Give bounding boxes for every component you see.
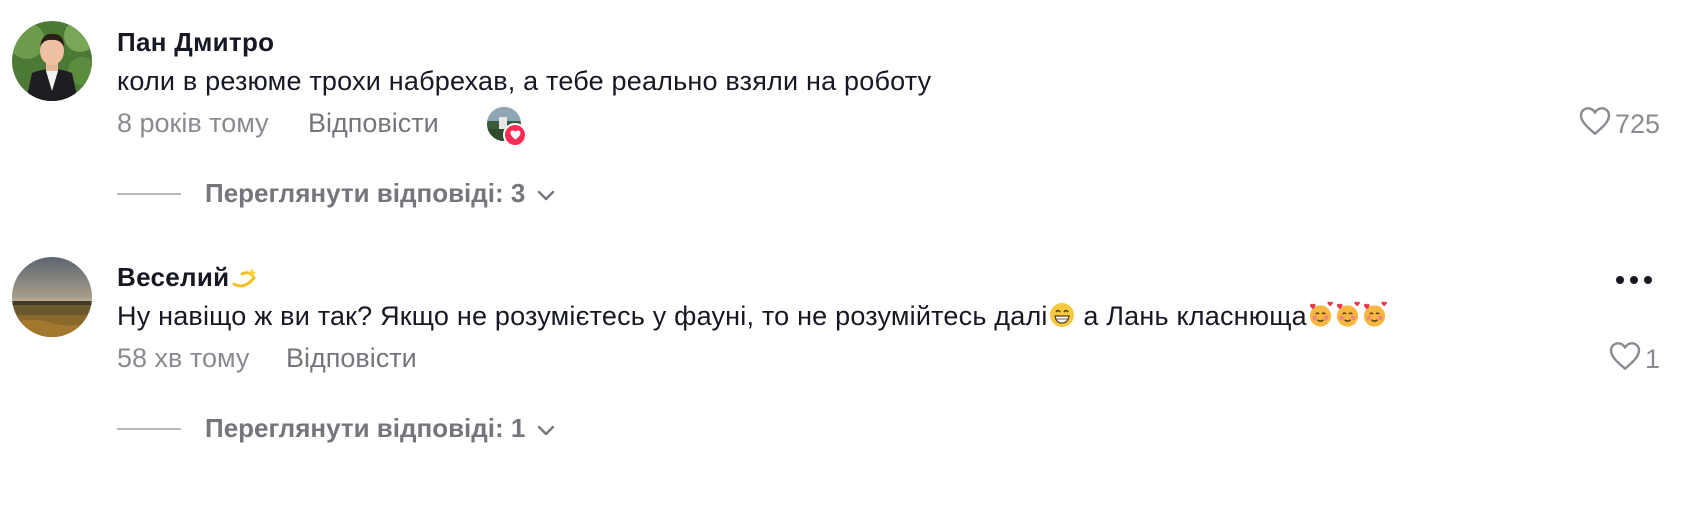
comment-text-part1: Ну навіщо ж ви так? Якщо не розумієтесь … bbox=[117, 301, 1048, 331]
heart-outline-icon[interactable] bbox=[1579, 106, 1611, 143]
more-dot bbox=[1616, 276, 1624, 284]
chevron-down-icon bbox=[537, 413, 555, 444]
divider-line bbox=[117, 192, 181, 195]
creator-liked-avatar bbox=[487, 107, 527, 147]
heart-badge-icon bbox=[503, 123, 527, 147]
comment-item: Веселий Ну навіщо ж ви так? Якщо не розу… bbox=[0, 230, 1694, 516]
chevron-down-icon bbox=[537, 178, 555, 209]
reply-button[interactable]: Відповісти bbox=[308, 108, 439, 139]
like-count: 1 bbox=[1644, 344, 1660, 374]
heart-outline-icon[interactable] bbox=[1609, 341, 1641, 378]
comment-text: коли в резюме трохи набрехав, а тебе реа… bbox=[117, 66, 932, 96]
dizzy-emoji-icon bbox=[230, 264, 258, 297]
view-replies-label: Переглянути відповіді: 1 bbox=[205, 413, 526, 443]
reply-button[interactable]: Відповісти bbox=[286, 343, 417, 374]
smiling-hearts-emoji-icon bbox=[1334, 301, 1361, 336]
comment-item: Пан Дмитро коли в резюме трохи набрехав,… bbox=[0, 0, 1694, 230]
divider-line bbox=[117, 427, 181, 430]
comment-text-part2: а Лань класнюща bbox=[1075, 301, 1307, 331]
comment-username[interactable]: Веселий bbox=[117, 262, 258, 297]
grin-emoji-icon bbox=[1048, 301, 1076, 336]
like-button[interactable]: 1 bbox=[1609, 341, 1660, 378]
more-dots-icon[interactable] bbox=[1616, 270, 1652, 290]
view-replies-label: Переглянути відповіді: 3 bbox=[205, 178, 526, 208]
view-replies-button[interactable]: Переглянути відповіді: 1 bbox=[117, 413, 555, 444]
comment-timestamp: 8 років тому bbox=[117, 108, 269, 138]
comment-text: Ну навіщо ж ви так? Якщо не розумієтесь … bbox=[117, 301, 1388, 336]
username-text: Веселий bbox=[117, 262, 230, 292]
avatar[interactable] bbox=[12, 21, 92, 101]
comment-username[interactable]: Пан Дмитро bbox=[117, 27, 274, 58]
smiling-hearts-emoji-icon bbox=[1307, 301, 1388, 331]
view-replies-button[interactable]: Переглянути відповіді: 3 bbox=[117, 178, 555, 209]
smiling-hearts-emoji-icon bbox=[1361, 301, 1388, 336]
more-dot bbox=[1644, 276, 1652, 284]
more-dot bbox=[1630, 276, 1638, 284]
like-count: 725 bbox=[1614, 109, 1660, 139]
comment-timestamp: 58 хв тому bbox=[117, 343, 250, 373]
smiling-hearts-emoji-icon bbox=[1307, 301, 1334, 336]
like-button[interactable]: 725 bbox=[1579, 106, 1660, 143]
avatar[interactable] bbox=[12, 257, 92, 337]
